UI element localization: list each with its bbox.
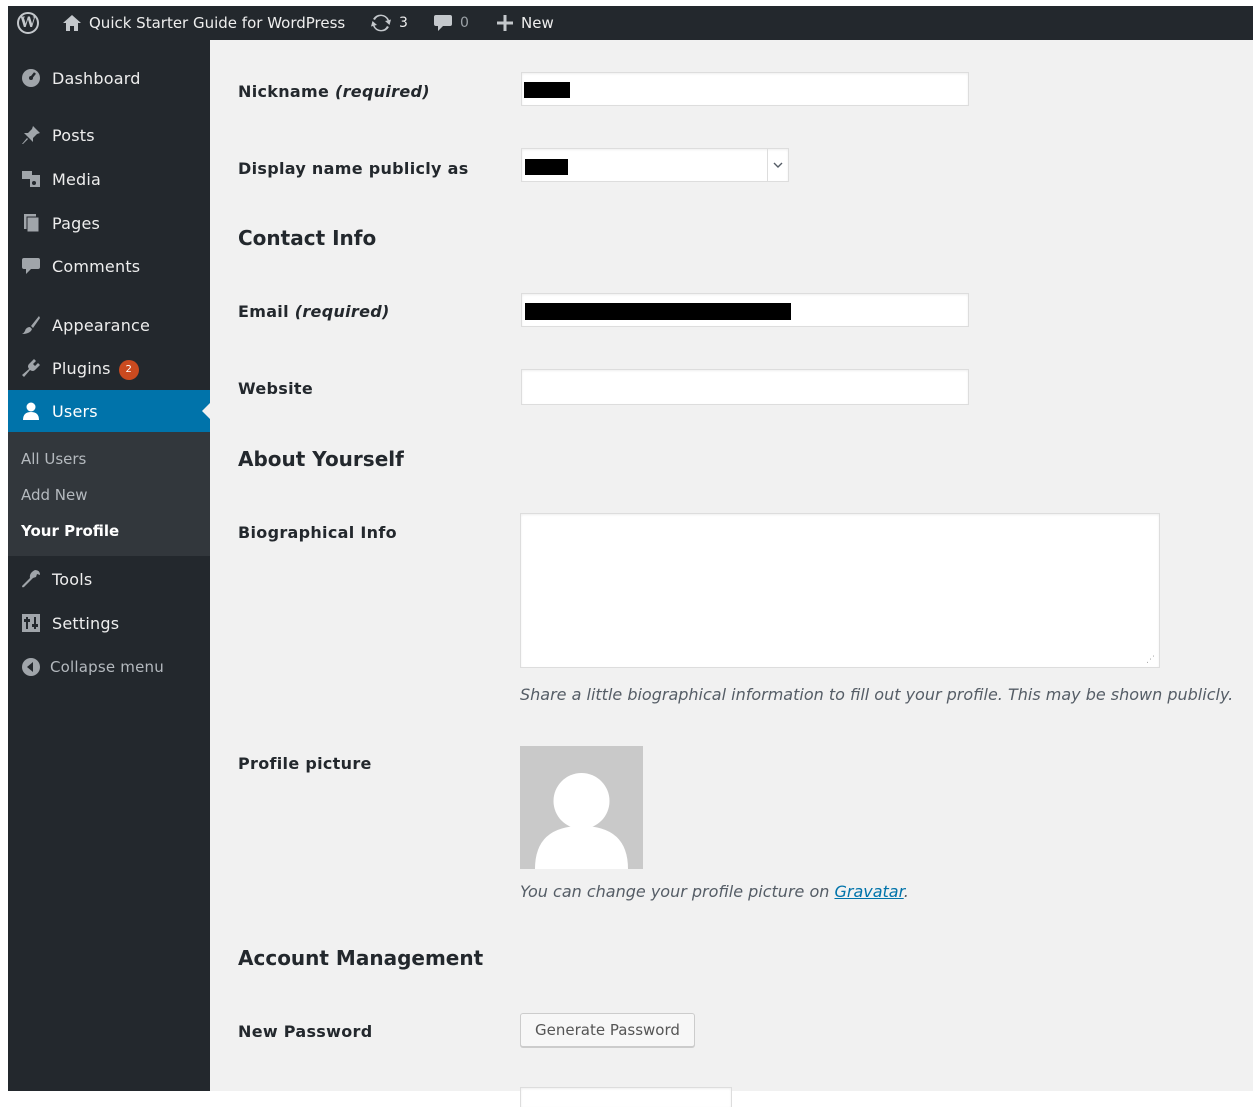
gravatar-link[interactable]: Gravatar <box>834 882 903 901</box>
admin-sidebar: Dashboard Posts Media Pages Comments App… <box>8 40 210 1091</box>
site-name: Quick Starter Guide for WordPress <box>89 14 346 32</box>
profile-form-content: Nickname (required) Display name publicl… <box>210 40 1253 1107</box>
chevron-down-icon <box>767 149 788 181</box>
submenu-your-profile[interactable]: Your Profile <box>21 522 119 540</box>
collapse-menu-label: Collapse menu <box>50 658 164 676</box>
bio-help-text: Share a little biographical information … <box>520 685 1234 704</box>
users-submenu: All Users Add New Your Profile <box>8 432 210 556</box>
website-input[interactable] <box>521 369 969 405</box>
updates-link[interactable]: 3 <box>370 6 408 40</box>
email-required-text: (required) <box>294 302 390 321</box>
menu-label-appearance: Appearance <box>52 316 151 335</box>
contact-info-heading: Contact Info <box>238 226 377 250</box>
avatar <box>520 746 643 869</box>
plugins-update-badge: 2 <box>118 359 139 380</box>
wrench-icon <box>20 568 42 590</box>
picture-help-suffix: . <box>903 882 909 901</box>
redaction-bar <box>525 159 568 175</box>
nickname-input[interactable] <box>521 72 969 106</box>
menu-label-users: Users <box>52 402 98 421</box>
menu-item-dashboard[interactable]: Dashboard <box>8 57 210 99</box>
menu-item-settings[interactable]: Settings <box>8 602 210 644</box>
email-label-text: Email <box>238 302 289 321</box>
menu-item-tools[interactable]: Tools <box>8 558 210 600</box>
email-label: Email (required) <box>238 302 390 321</box>
menu-item-comments[interactable]: Comments <box>8 245 210 287</box>
admin-bar: W Quick Starter Guide for WordPress 3 0 … <box>8 6 1253 40</box>
generate-password-button[interactable]: Generate Password <box>520 1013 695 1047</box>
comment-icon <box>20 255 42 277</box>
plugin-icon <box>20 357 42 379</box>
about-yourself-heading: About Yourself <box>238 447 404 471</box>
menu-item-media[interactable]: Media <box>8 158 210 200</box>
new-password-label: New Password <box>238 1022 373 1041</box>
menu-label-pages: Pages <box>52 214 101 233</box>
nickname-label: Nickname (required) <box>238 82 430 101</box>
picture-help-prefix: You can change your profile picture on <box>520 882 835 901</box>
menu-label-settings: Settings <box>52 614 120 633</box>
website-label: Website <box>238 379 313 398</box>
menu-label-media: Media <box>52 170 102 189</box>
nickname-label-text: Nickname <box>238 82 330 101</box>
user-icon <box>20 400 42 422</box>
pin-icon <box>20 124 42 146</box>
menu-item-plugins[interactable]: Plugins 2 <box>8 347 210 389</box>
submenu-add-new[interactable]: Add New <box>21 486 88 504</box>
brush-icon <box>20 314 42 336</box>
default-avatar-icon <box>535 773 628 869</box>
email-input[interactable] <box>521 293 969 327</box>
biographical-info-label: Biographical Info <box>238 523 397 542</box>
media-icon <box>20 168 42 190</box>
menu-label-dashboard: Dashboard <box>52 69 141 88</box>
biographical-info-textarea[interactable]: ⋰ <box>520 513 1160 668</box>
profile-picture-help: You can change your profile picture on G… <box>520 882 909 901</box>
menu-item-pages[interactable]: Pages <box>8 202 210 244</box>
redaction-bar <box>524 82 570 98</box>
comments-link[interactable]: 0 <box>433 6 469 40</box>
nickname-required-text: (required) <box>335 82 430 101</box>
menu-label-comments: Comments <box>52 257 141 276</box>
pages-icon <box>20 212 42 234</box>
settings-icon <box>20 612 42 634</box>
collapse-menu-button[interactable]: Collapse menu <box>8 646 210 688</box>
new-content-link[interactable]: New <box>496 6 554 40</box>
display-name-select[interactable] <box>521 148 789 182</box>
site-name-link[interactable]: Quick Starter Guide for WordPress <box>62 6 345 40</box>
menu-item-appearance[interactable]: Appearance <box>8 304 210 346</box>
home-icon <box>63 15 81 31</box>
plus-icon <box>497 15 513 31</box>
resize-handle-icon[interactable]: ⋰ <box>1146 655 1155 665</box>
dashboard-icon <box>20 67 42 89</box>
next-field-partial <box>520 1087 732 1107</box>
updates-count: 3 <box>399 15 408 31</box>
collapse-icon <box>20 656 42 678</box>
comments-count: 0 <box>460 15 469 31</box>
menu-label-posts: Posts <box>52 126 95 145</box>
submenu-all-users[interactable]: All Users <box>21 450 86 468</box>
updates-icon <box>371 14 391 32</box>
comments-icon <box>434 15 452 31</box>
account-management-heading: Account Management <box>238 946 484 970</box>
menu-label-tools: Tools <box>52 570 93 589</box>
new-label: New <box>521 14 554 32</box>
wordpress-logo-icon: W <box>17 12 39 34</box>
menu-label-plugins: Plugins <box>52 359 111 378</box>
menu-label-plugins-wrap: Plugins 2 <box>52 359 139 380</box>
menu-item-users[interactable]: Users <box>8 390 210 432</box>
profile-picture-label: Profile picture <box>238 754 372 773</box>
wordpress-logo-button[interactable]: W <box>17 6 39 40</box>
display-name-label: Display name publicly as <box>238 159 469 178</box>
menu-item-posts[interactable]: Posts <box>8 114 210 156</box>
redaction-bar <box>525 303 791 320</box>
